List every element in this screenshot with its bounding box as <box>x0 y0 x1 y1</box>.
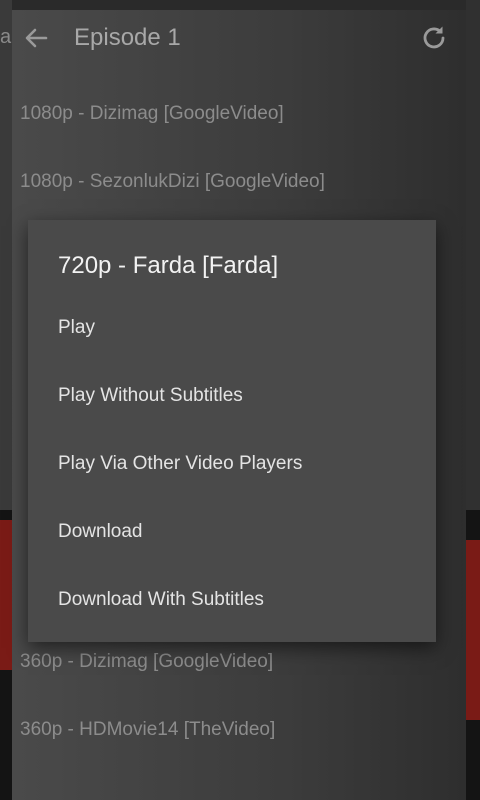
play-without-subtitles-option[interactable]: Play Without Subtitles <box>28 366 436 426</box>
download-with-subtitles-option[interactable]: Download With Subtitles <box>28 570 436 630</box>
play-via-other-players-option[interactable]: Play Via Other Video Players <box>28 434 436 494</box>
play-option[interactable]: Play <box>28 298 436 358</box>
toolbar: Episode 1 <box>12 10 466 70</box>
source-item-1080p-dizimag[interactable]: 1080p - Dizimag [GoogleVideo] <box>20 94 460 134</box>
source-item-360p-dizimag[interactable]: 360p - Dizimag [GoogleVideo] <box>20 642 460 682</box>
background-red-poster <box>466 540 480 720</box>
source-options-dialog: 720p - Farda [Farda] Play Play Without S… <box>28 220 436 642</box>
background-red-poster <box>0 520 12 670</box>
page-title: Episode 1 <box>74 24 181 51</box>
refresh-icon[interactable] <box>416 20 452 56</box>
arrow-left-icon-svg <box>25 28 48 48</box>
source-item-1080p-sezonlukdizi[interactable]: 1080p - SezonlukDizi [GoogleVideo] <box>20 162 460 202</box>
arrow-left-icon[interactable] <box>20 22 52 54</box>
download-option[interactable]: Download <box>28 502 436 562</box>
refresh-icon-svg <box>423 26 445 49</box>
source-item-360p-hdmovie14[interactable]: 360p - HDMovie14 [TheVideo] <box>20 710 460 750</box>
dialog-title: 720p - Farda [Farda] <box>58 252 279 279</box>
